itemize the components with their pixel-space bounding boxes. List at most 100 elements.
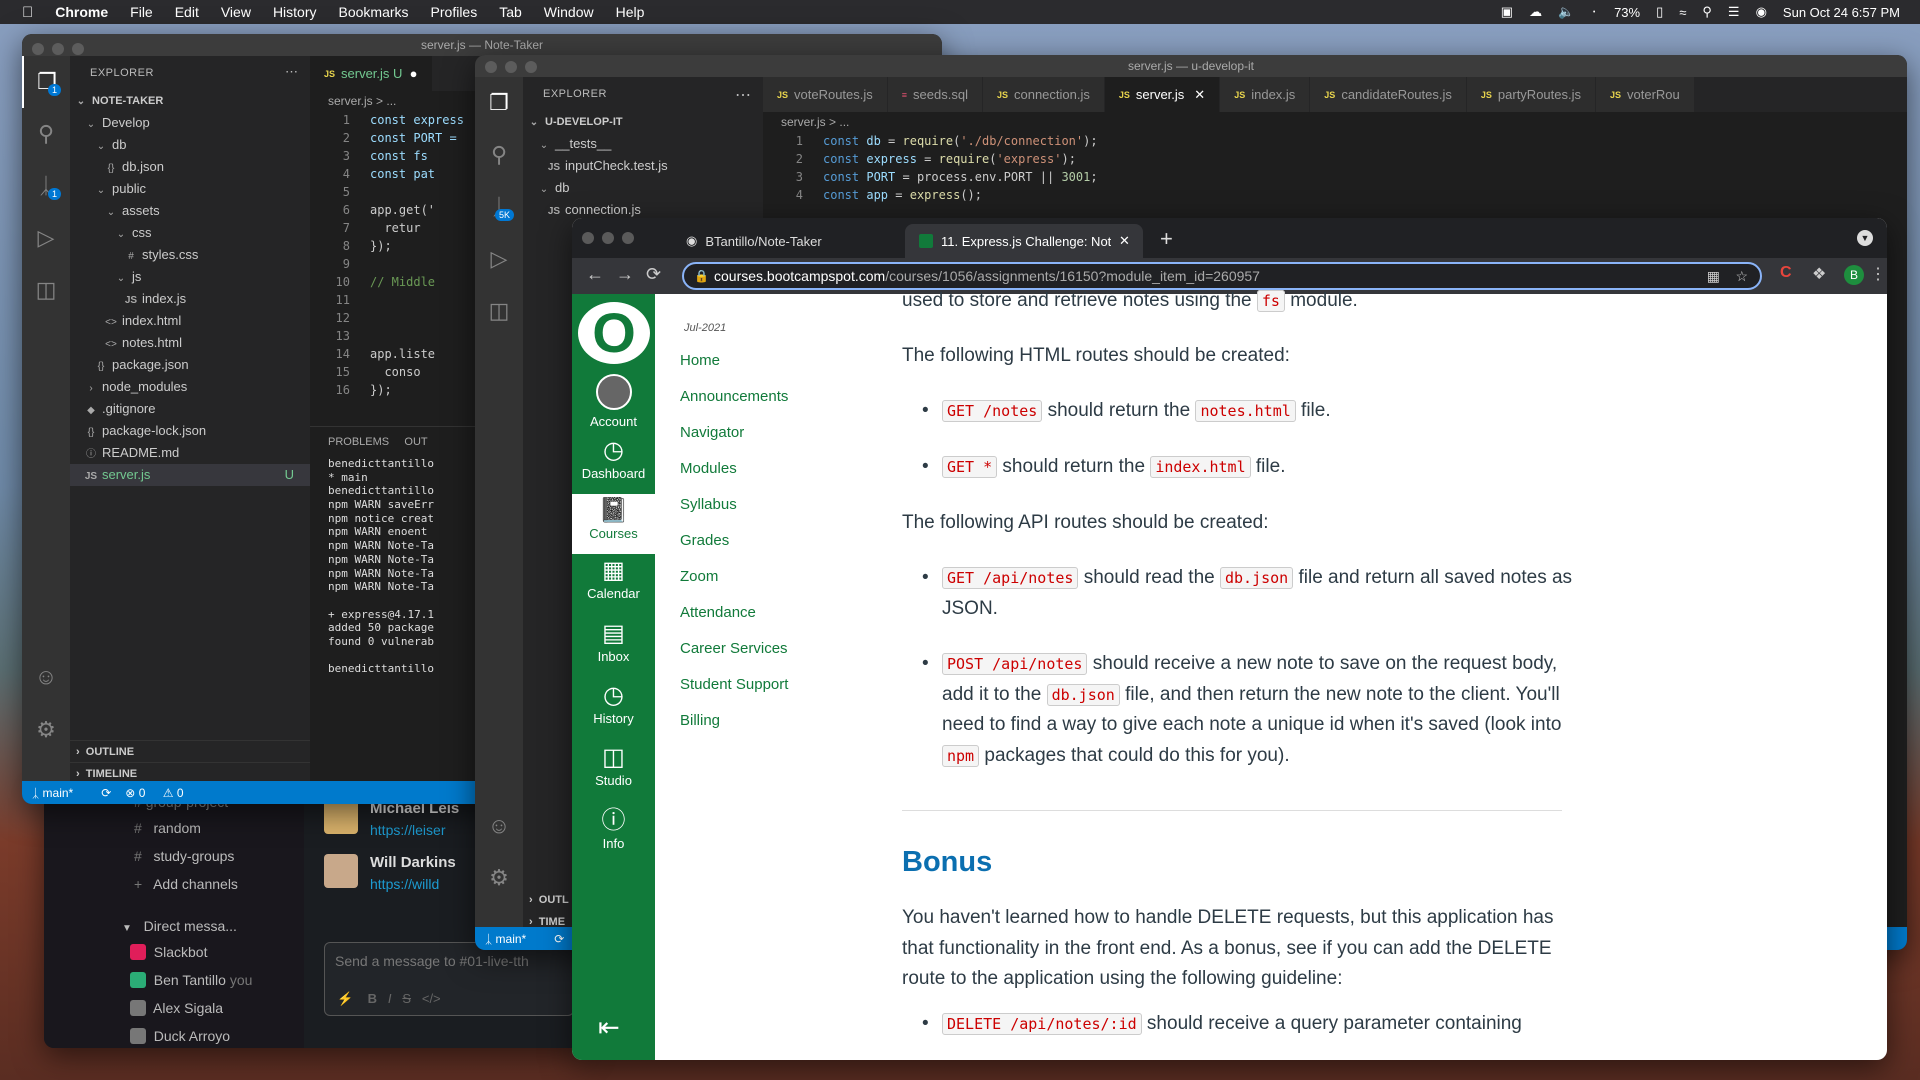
school-logo[interactable]: O (578, 302, 650, 364)
formatting-toolbar[interactable]: ⚡ B I S </> (337, 991, 441, 1007)
tree-folder[interactable]: ⌄ public (70, 178, 310, 200)
tab-search-icon[interactable]: ▼ (1857, 230, 1873, 246)
wifi-icon[interactable]: ≈ (1679, 5, 1686, 20)
source-control-icon[interactable]: ᛣ1 (22, 160, 70, 212)
tree-file[interactable]: ◆ .gitignore (70, 398, 310, 420)
extension-icon[interactable]: C (1780, 264, 1792, 282)
zoom-window-button[interactable] (72, 43, 84, 55)
tree-folder[interactable]: ⌄ js (70, 266, 310, 288)
tree-file[interactable]: JS index.js (70, 288, 310, 310)
back-icon[interactable]: ← (586, 264, 604, 285)
account-icon[interactable]: ☺ (22, 651, 70, 703)
minimize-window-button[interactable] (602, 232, 614, 244)
screen-record-icon[interactable]: ▣ (1501, 4, 1513, 20)
search-icon[interactable]: ⚲ (475, 129, 523, 181)
menu-history[interactable]: History (273, 4, 317, 20)
tree-file[interactable]: <> index.html (70, 310, 310, 332)
tree-folder[interactable]: ⌄ db (70, 134, 310, 156)
tree-folder[interactable]: ⌄ assets (70, 200, 310, 222)
new-tab-button[interactable]: + (1160, 226, 1173, 252)
clock[interactable]: Sun Oct 24 6:57 PM (1783, 5, 1900, 20)
nav-account[interactable]: Account (572, 374, 655, 429)
tree-file[interactable]: <> notes.html (70, 332, 310, 354)
tab-output[interactable]: OUT (404, 436, 427, 448)
code-lines[interactable]: 1 const db = require('./db/connection'); … (763, 132, 1907, 204)
editor-tab[interactable]: ≡ seeds.sql (887, 77, 983, 112)
nav-courses[interactable]: 📓 Courses (572, 494, 655, 554)
volume-icon[interactable]: 🔈 (1558, 4, 1574, 20)
dm-section-header[interactable]: ▼ Direct messa... (122, 918, 237, 934)
editor-tab[interactable]: JS server.js ✕ (1104, 77, 1221, 112)
menu-profiles[interactable]: Profiles (431, 4, 478, 20)
zoom-window-button[interactable] (622, 232, 634, 244)
message-link[interactable]: https://leiser (370, 822, 445, 838)
project-root[interactable]: ⌄ U-DEVELOP-IT (523, 111, 763, 133)
reload-icon[interactable]: ⟳ (646, 264, 661, 285)
browser-tab-github[interactable]: ◉ BTantillo/Note-Taker (672, 224, 902, 258)
tree-file[interactable]: {} package.json (70, 354, 310, 376)
course-link-billing[interactable]: Billing (680, 712, 720, 729)
control-center-icon[interactable]: ☰ (1728, 4, 1740, 20)
settings-gear-icon[interactable]: ⚙ (22, 704, 70, 756)
tree-file[interactable]: JS server.js U (70, 464, 310, 486)
menu-bookmarks[interactable]: Bookmarks (339, 4, 409, 20)
course-link-attendance[interactable]: Attendance (680, 604, 756, 621)
course-link-student-support[interactable]: Student Support (680, 676, 788, 693)
outline-section[interactable]: › OUTLINE (70, 740, 310, 762)
project-root[interactable]: ⌄ NOTE-TAKER (70, 90, 310, 112)
dm-item[interactable]: Duck Arroyo (130, 1028, 230, 1044)
cloud-icon[interactable]: ☁ (1529, 4, 1542, 20)
tree-folder[interactable]: ⌄ db (523, 177, 763, 199)
source-control-icon[interactable]: ᛣ 5K (475, 181, 523, 233)
editor-tab[interactable]: JS candidateRoutes.js (1310, 77, 1467, 112)
message-composer[interactable]: Send a message to #01-live-tth ⚡ B I S <… (324, 942, 574, 1016)
nav-history[interactable]: ◷ History (572, 681, 655, 726)
menu-tab[interactable]: Tab (499, 4, 522, 20)
menu-file[interactable]: File (130, 4, 153, 20)
minimize-window-button[interactable] (505, 61, 517, 73)
battery-percent[interactable]: 73% (1614, 5, 1640, 20)
close-window-button[interactable] (32, 43, 44, 55)
menu-window[interactable]: Window (544, 4, 594, 20)
course-link-modules[interactable]: Modules (680, 460, 737, 477)
tree-folder[interactable]: ⌄ Develop (70, 112, 310, 134)
extensions-icon[interactable]: ◫ (22, 264, 70, 316)
dm-item[interactable]: Slackbot (130, 944, 207, 960)
profile-avatar[interactable]: B (1844, 265, 1864, 285)
editor-tab[interactable]: JS partyRoutes.js (1466, 77, 1596, 112)
course-link-navigator[interactable]: Navigator (680, 424, 744, 441)
tree-file[interactable]: ⓘ README.md (70, 442, 310, 464)
sync-icon[interactable]: ⟳ (554, 932, 564, 946)
course-link-announcements[interactable]: Announcements (680, 388, 788, 405)
tab-problems[interactable]: PROBLEMS (328, 436, 389, 448)
dm-item[interactable]: Alex Sigala (130, 1000, 223, 1016)
siri-icon[interactable]: ◉ (1756, 4, 1767, 20)
forward-icon[interactable]: → (616, 264, 634, 285)
course-link-grades[interactable]: Grades (680, 532, 729, 549)
editor-tab[interactable]: JS connection.js (982, 77, 1105, 112)
nav-calendar[interactable]: ▦ Calendar (572, 556, 655, 601)
editor-tab[interactable]: JS voteRoutes.js (763, 77, 888, 112)
git-branch-status[interactable]: ᛣ main* (32, 786, 87, 800)
extensions-puzzle-icon[interactable]: ❖ (1812, 264, 1826, 284)
more-actions-icon[interactable]: ⋯ (285, 64, 298, 80)
nav-info[interactable]: ⓘ Info (572, 806, 655, 851)
message-author[interactable]: Will Darkins (370, 854, 456, 871)
spotlight-search-icon[interactable]: ⚲ (1702, 4, 1712, 20)
tree-folder[interactable]: ⌄ __tests__ (523, 133, 763, 155)
minimize-window-button[interactable] (52, 43, 64, 55)
problems-status[interactable]: ⊗ 0 ⚠ 0 (125, 786, 197, 800)
tree-folder[interactable]: › node_modules (70, 376, 310, 398)
tree-file[interactable]: {} db.json (70, 156, 310, 178)
close-window-button[interactable] (582, 232, 594, 244)
qr-code-icon[interactable]: ▦ (1707, 264, 1720, 288)
channel-item[interactable]: # study-groups (134, 848, 234, 864)
explorer-icon[interactable]: ❐ (475, 77, 523, 129)
tab-server-js[interactable]: JS server.js U ● (310, 56, 433, 91)
tree-file[interactable]: # styles.css (70, 244, 310, 266)
tree-file[interactable]: {} package-lock.json (70, 420, 310, 442)
search-icon[interactable]: ⚲ (22, 108, 70, 160)
course-link-syllabus[interactable]: Syllabus (680, 496, 737, 513)
zoom-window-button[interactable] (525, 61, 537, 73)
menu-help[interactable]: Help (616, 4, 645, 20)
